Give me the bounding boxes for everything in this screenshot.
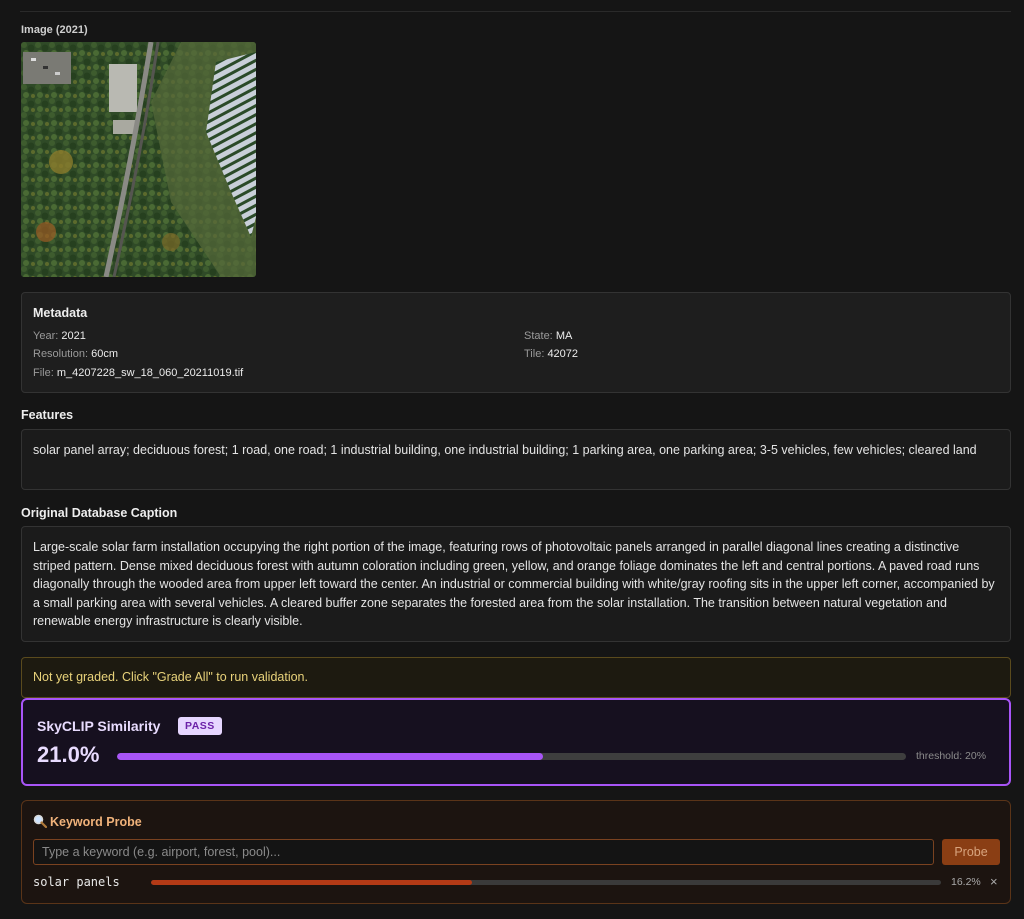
probe-result-value: 16.2%	[951, 876, 981, 888]
features-card: solar panel array; deciduous forest; 1 r…	[21, 429, 1011, 490]
keyword-probe-card: Keyword Probe Probe solar panels 16.2% ×	[21, 800, 1011, 904]
image-label: Image (2021)	[21, 24, 88, 36]
skyclip-title: SkyCLIP Similarity	[37, 718, 161, 734]
metadata-card: Metadata Year: 2021 Resolution: 60cm Fil…	[21, 292, 1011, 393]
meta-tile: Tile: 42072	[524, 348, 579, 360]
skyclip-progress-fill	[117, 753, 544, 760]
magnifier-icon	[33, 814, 47, 828]
probe-result-fill	[151, 880, 472, 885]
meta-file: File: m_4207228_sw_18_060_20211019.tif	[33, 367, 244, 379]
skyclip-threshold: threshold: 20%	[916, 750, 987, 762]
keyword-input[interactable]	[33, 839, 934, 865]
caption-title: Original Database Caption	[21, 506, 178, 520]
skyclip-card: SkyCLIP Similarity PASS 21.0% threshold:…	[21, 698, 1011, 786]
meta-state: State: MA	[524, 330, 573, 342]
caption-card: Large-scale solar farm installation occu…	[21, 526, 1011, 642]
remove-result-button[interactable]: ×	[990, 874, 998, 889]
probe-result-track	[151, 880, 941, 885]
probe-title: Keyword Probe	[33, 814, 142, 829]
features-title: Features	[21, 408, 74, 422]
skyclip-value: 21.0%	[37, 742, 100, 767]
top-divider	[20, 11, 1011, 12]
probe-button[interactable]: Probe	[942, 839, 1000, 865]
aerial-image	[21, 42, 256, 277]
metadata-title: Metadata	[33, 306, 88, 320]
meta-resolution: Resolution: 60cm	[33, 348, 119, 360]
skyclip-progress-track	[117, 753, 906, 760]
meta-tile-value: 42072	[547, 348, 579, 360]
probe-result-term: solar panels	[33, 875, 120, 889]
meta-file-value: m_4207228_sw_18_060_20211019.tif	[56, 367, 244, 379]
grade-notice: Not yet graded. Click "Grade All" to run…	[21, 657, 1011, 698]
meta-state-value: MA	[555, 330, 573, 342]
status-badge: PASS	[178, 717, 222, 735]
meta-resolution-value: 60cm	[91, 348, 119, 360]
meta-year: Year: 2021	[33, 330, 86, 342]
meta-year-value: 2021	[61, 330, 86, 342]
